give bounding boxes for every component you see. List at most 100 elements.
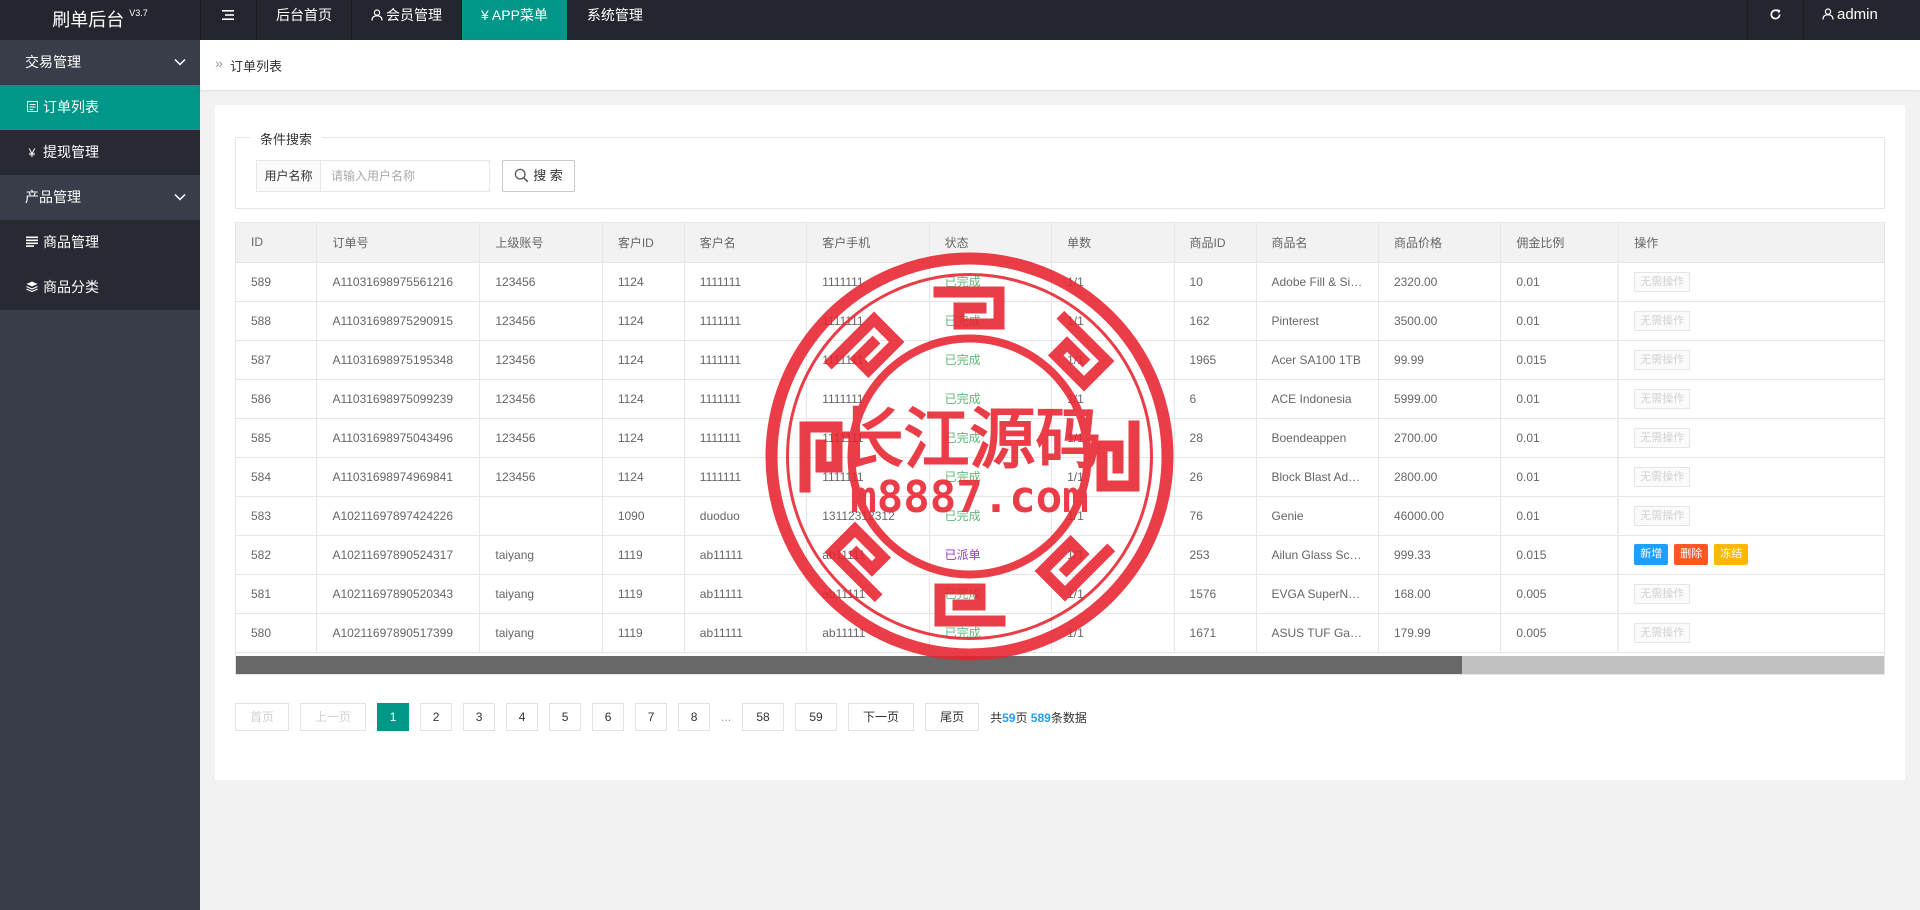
nav-home[interactable]: 后台首页: [256, 0, 351, 40]
sidebar: 交易管理 订单列表 ¥ 提现管理 产品管理 商品管理 商品分类: [0, 40, 200, 910]
freeze-button[interactable]: 冻结: [1714, 544, 1749, 565]
table-row[interactable]: 583 A10211697897424226 1090 duoduo 131123123…: [236, 496, 1884, 536]
table-cell: 162: [1174, 301, 1257, 341]
table-cell: 123456: [479, 379, 603, 419]
table-cell: Genie: [1256, 496, 1379, 536]
column-header: 佣金比例: [1500, 223, 1619, 263]
column-header: 上级账号: [479, 223, 603, 263]
column-header: 单数: [1051, 223, 1175, 263]
table-cell: 585: [236, 418, 318, 458]
nav-members-label: 会员管理: [386, 7, 442, 23]
info-mid: 页: [1015, 710, 1031, 725]
last-page-button[interactable]: 尾页: [925, 703, 980, 731]
menu-icon: [221, 10, 234, 20]
table-cell: 0.01: [1500, 379, 1619, 419]
table-row[interactable]: 584 A11031698974969841 123456 1124 1111111 11…: [236, 457, 1884, 497]
sidebar-group-products[interactable]: 产品管理: [0, 175, 200, 220]
breadcrumb-current[interactable]: 订单列表: [230, 56, 282, 75]
page-button-2[interactable]: 2: [420, 703, 453, 731]
table-cell: 123456: [479, 340, 603, 380]
double-chevron-icon: »: [215, 55, 223, 71]
sidebar-item-categories[interactable]: 商品分类: [0, 265, 200, 310]
chevron-down-icon: [174, 58, 186, 66]
table-cell: 已完成: [929, 262, 1053, 302]
table-cell: 581: [236, 574, 318, 614]
no-action-button: 无需操作: [1634, 622, 1691, 643]
table-cell: 1111111: [806, 379, 930, 419]
table-cell: 已完成: [929, 301, 1053, 341]
nav-app-menu[interactable]: ¥ APP菜单: [461, 0, 567, 40]
page-button-1[interactable]: 1: [377, 703, 410, 731]
page-button-4[interactable]: 4: [506, 703, 539, 731]
table-cell: 1124: [602, 457, 685, 497]
next-page-button[interactable]: 下一页: [848, 703, 915, 731]
table-cell: A11031698975195348: [316, 340, 481, 380]
table-cell: 584: [236, 457, 318, 497]
app-logo[interactable]: 刷单后台 V3.7: [0, 0, 200, 40]
table-cell: 5999.00: [1378, 379, 1502, 419]
table-row[interactable]: 585 A11031698975043496 123456 1124 1111111 11…: [236, 418, 1884, 458]
table-row[interactable]: 581 A10211697890520343 taiyang 1119 ab11111 a…: [236, 574, 1884, 614]
table-cell: Pinterest: [1256, 301, 1379, 341]
column-header: 订单号: [316, 223, 481, 263]
add-button[interactable]: 新增: [1634, 544, 1669, 565]
app-version: V3.7: [129, 8, 148, 18]
table-cell: 0.005: [1500, 574, 1619, 614]
actions-cell: 无需操作: [1617, 262, 1884, 302]
prev-page-button: 上一页: [300, 703, 367, 731]
table-cell: 1/1: [1051, 613, 1175, 653]
table-cell: 6: [1174, 379, 1257, 419]
table-row[interactable]: 582 A10211697890524317 taiyang 1119 ab11111 a…: [236, 535, 1884, 575]
table-cell: 123456: [479, 301, 603, 341]
actions-cell: 无需操作: [1617, 301, 1884, 341]
username-label: 用户名称: [256, 160, 321, 192]
table-cell: 99.99: [1378, 340, 1502, 380]
sidebar-item-orders[interactable]: 订单列表: [0, 85, 200, 130]
table-cell: 1111111: [684, 379, 808, 419]
table-cell: 1124: [602, 301, 685, 341]
table-cell: 580: [236, 613, 318, 653]
table-row[interactable]: 580 A10211697890517399 taiyang 1119 ab11111 a…: [236, 613, 1884, 653]
page-button-6[interactable]: 6: [592, 703, 625, 731]
table-row[interactable]: 587 A11031698975195348 123456 1124 1111111 11…: [236, 340, 1884, 380]
table-row[interactable]: 586 A11031698975099239 123456 1124 1111111 11…: [236, 379, 1884, 419]
user-icon: [1822, 8, 1834, 20]
table-cell: 3500.00: [1378, 301, 1502, 341]
pagination: 首页 上一页 12345678 ... 58 59 下一页 尾页 共59页 58…: [235, 702, 1087, 732]
table-cell: 1111111: [684, 262, 808, 302]
page-button-58[interactable]: 58: [742, 703, 785, 731]
no-action-button: 无需操作: [1634, 583, 1691, 604]
table-cell: 1111111: [684, 418, 808, 458]
page-button-3[interactable]: 3: [463, 703, 496, 731]
table-cell: 26: [1174, 457, 1257, 497]
sidebar-item-goods[interactable]: 商品管理: [0, 220, 200, 265]
table-cell: 1119: [602, 613, 685, 653]
menu-toggle-button[interactable]: [200, 0, 256, 40]
table-row[interactable]: 589 A11031698975561216 123456 1124 1111111 11…: [236, 262, 1884, 302]
table-cell: 已派单: [929, 535, 1053, 575]
delete-button[interactable]: 删除: [1674, 544, 1709, 565]
table-cell: Boendeappen: [1256, 418, 1379, 458]
horizontal-scrollbar[interactable]: [236, 656, 1884, 674]
refresh-button[interactable]: [1747, 0, 1803, 40]
table-cell: 1111111: [806, 457, 930, 497]
sidebar-item-withdraw[interactable]: ¥ 提现管理: [0, 130, 200, 175]
table-cell: 1/1: [1051, 535, 1175, 575]
table-row[interactable]: 588 A11031698975290915 123456 1124 1111111 11…: [236, 301, 1884, 341]
page-button-7[interactable]: 7: [635, 703, 668, 731]
search-button[interactable]: 搜 索: [502, 160, 575, 192]
table-cell: 1/1: [1051, 262, 1175, 302]
page-button-5[interactable]: 5: [549, 703, 582, 731]
scrollbar-thumb[interactable]: [236, 656, 1462, 674]
nav-system[interactable]: 系统管理: [566, 0, 662, 40]
table-cell: 588: [236, 301, 318, 341]
search-fieldset: 条件搜索 用户名称 搜 索: [235, 129, 1885, 209]
nav-members[interactable]: 会员管理: [351, 0, 461, 40]
table-cell: 1965: [1174, 340, 1257, 380]
page-button-8[interactable]: 8: [678, 703, 711, 731]
username-search-input[interactable]: [320, 160, 490, 192]
sidebar-group-trade[interactable]: 交易管理: [0, 40, 200, 85]
actions-cell: 无需操作: [1617, 340, 1884, 380]
page-button-59[interactable]: 59: [795, 703, 838, 731]
user-menu[interactable]: admin: [1803, 0, 1920, 40]
